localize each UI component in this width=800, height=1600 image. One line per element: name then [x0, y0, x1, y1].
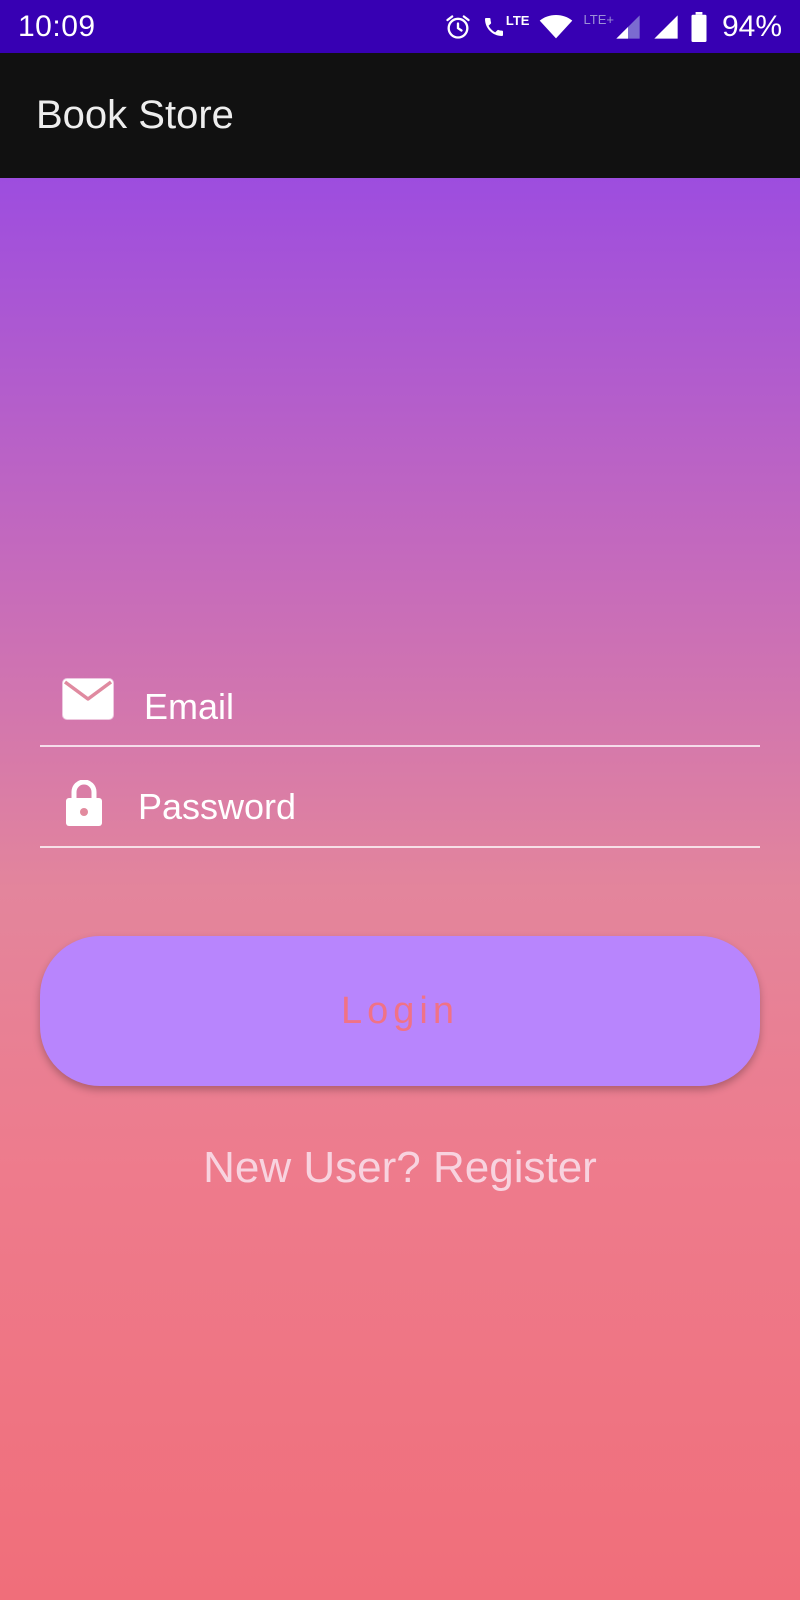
battery-icon [690, 11, 708, 42]
mail-icon [62, 678, 114, 725]
lock-icon [66, 779, 102, 831]
lteplus-label: LTE+ [583, 11, 614, 27]
password-input[interactable] [138, 768, 738, 846]
volte-call-icon: LTE [482, 12, 530, 40]
app-title: Book Store [36, 93, 234, 137]
battery-percent: 94% [721, 9, 782, 43]
wifi-icon [539, 14, 573, 40]
signal-plus-icon: LTE+ [583, 13, 641, 41]
login-screen: Login New User? Register [0, 178, 800, 1600]
alarm-icon [444, 13, 472, 41]
status-bar: 10:09 LTE LTE+ 94% [0, 0, 800, 53]
status-time: 10:09 [18, 9, 96, 43]
email-input[interactable] [144, 668, 744, 745]
register-link[interactable]: New User? Register [0, 1143, 800, 1193]
lte-label: LTE [505, 12, 530, 28]
signal-icon [652, 13, 680, 41]
login-button-label: Login [341, 989, 459, 1032]
email-field-row [40, 668, 760, 747]
password-field-row [40, 768, 760, 848]
login-button[interactable]: Login [40, 936, 760, 1086]
app-bar: Book Store [0, 53, 800, 178]
status-icons: LTE LTE+ 94% [444, 10, 782, 44]
